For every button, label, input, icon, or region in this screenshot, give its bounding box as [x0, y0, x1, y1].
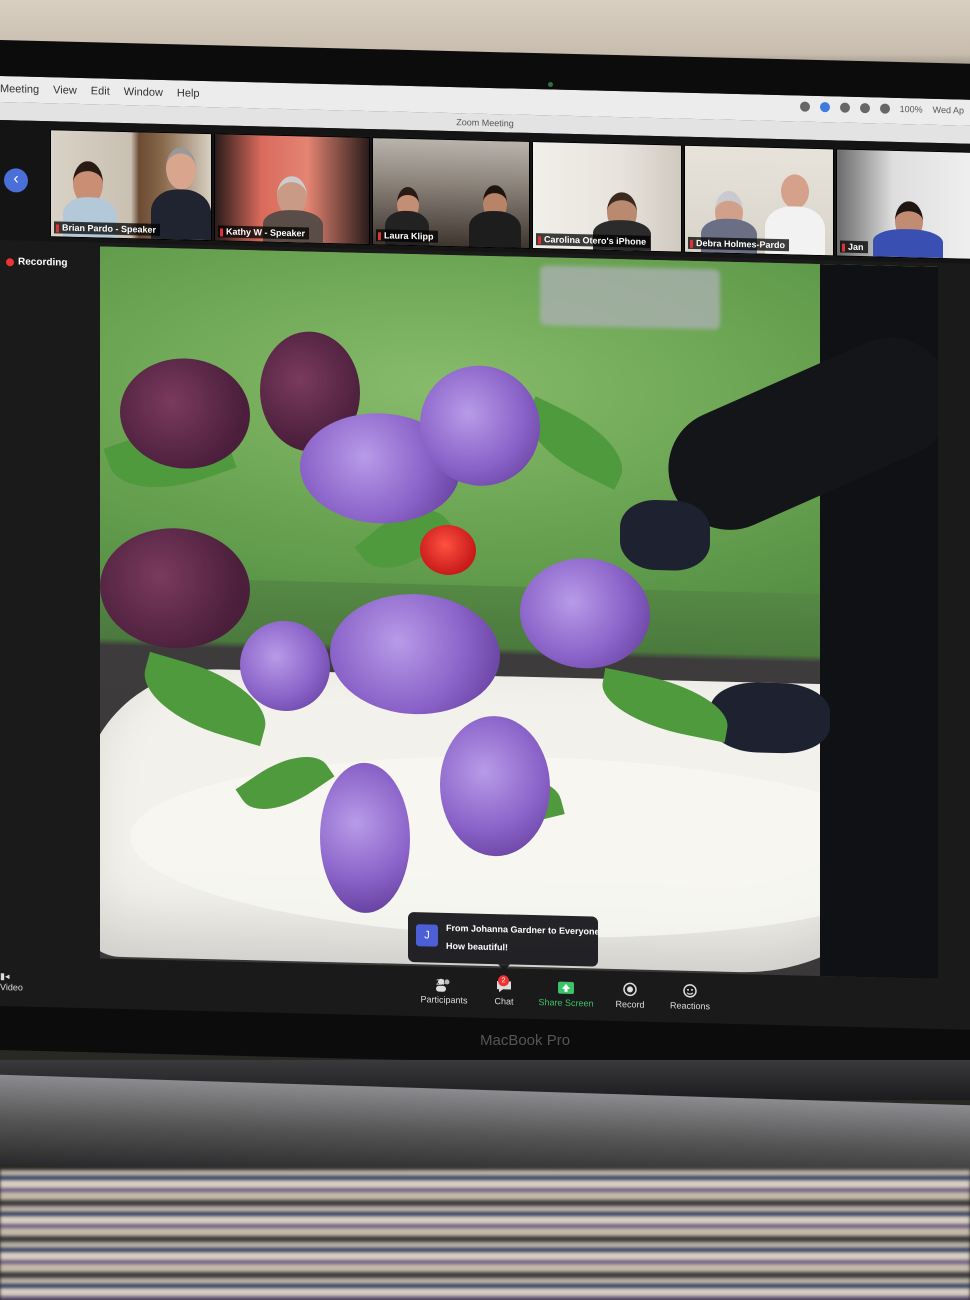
participant-body: [873, 228, 943, 259]
video-label: Video: [0, 982, 23, 993]
sender-avatar: J: [416, 924, 438, 947]
participant-body: [469, 210, 521, 248]
menu-meeting[interactable]: Meeting: [0, 83, 39, 96]
participant-name: Kathy W - Speaker: [218, 225, 310, 240]
participant-tile[interactable]: Jan: [836, 148, 970, 260]
menubar-status-area: 100% Wed Ap: [799, 101, 964, 116]
menu-window[interactable]: Window: [124, 86, 163, 99]
record-button[interactable]: Record: [610, 982, 650, 1010]
participant-tile[interactable]: Kathy W - Speaker: [214, 133, 370, 246]
participant-tile[interactable]: Brian Pardo - Speaker: [50, 129, 212, 242]
stop-video-button[interactable]: ▮◂ Video: [0, 971, 23, 993]
leaf: [235, 739, 335, 827]
lilac-blossom: [330, 592, 500, 717]
bluetooth-icon[interactable]: [839, 102, 850, 113]
volume-icon[interactable]: [879, 103, 890, 114]
menu-help[interactable]: Help: [177, 87, 200, 100]
record-dot-icon: [6, 257, 14, 266]
menu-view[interactable]: View: [53, 84, 77, 97]
stacked-records: [0, 1170, 970, 1300]
lilac-blossom: [520, 556, 650, 670]
participant-strip: ‹ Brian Pardo - Speaker Kathy W - Speake…: [0, 120, 970, 264]
participant-head: [781, 174, 809, 209]
lilac-blossom: [320, 761, 410, 915]
reactions-button[interactable]: Reactions: [664, 983, 716, 1011]
recording-label: Recording: [18, 256, 68, 269]
chat-button[interactable]: 2 Chat: [488, 975, 520, 1007]
smiley-icon: [683, 984, 697, 998]
chat-notification[interactable]: J From Johanna Gardner to Everyone How b…: [408, 911, 600, 967]
participant-tile[interactable]: Debra Holmes-Pardo: [684, 144, 834, 257]
wifi-icon[interactable]: [859, 103, 870, 114]
lilac-blossom: [440, 714, 550, 858]
chat-label: Chat: [494, 996, 514, 1007]
participant-name: Jan: [840, 240, 868, 254]
reactions-label: Reactions: [669, 1000, 711, 1012]
participants-button[interactable]: 24 Participants: [416, 977, 472, 1006]
webcam-indicator: [548, 82, 553, 87]
participant-tile[interactable]: Carolina Otero's iPhone: [532, 141, 682, 253]
battery-percent[interactable]: 100%: [900, 104, 923, 115]
participant-name: Debra Holmes-Pardo: [688, 236, 790, 252]
chat-message: How beautiful!: [446, 940, 508, 953]
share-screen-icon: [558, 981, 574, 994]
participant-head: [166, 147, 196, 190]
record-icon: [623, 982, 637, 997]
previous-page-button[interactable]: ‹: [4, 168, 28, 193]
participants-count: 24: [436, 977, 445, 987]
participant-name: Brian Pardo - Speaker: [54, 221, 161, 236]
chat-unread-badge: 2: [498, 975, 509, 987]
laptop-screen: Meeting View Edit Window Help 100% Wed A…: [0, 76, 970, 1030]
participant-name: Laura Klipp: [376, 229, 438, 243]
red-rose: [420, 524, 476, 576]
share-screen-label: Share Screen: [538, 997, 594, 1009]
participant-tile[interactable]: Laura Klipp: [372, 137, 530, 249]
video-bouquet: [100, 286, 860, 925]
record-label: Record: [615, 999, 645, 1010]
laptop-brand-label: MacBook Pro: [480, 1032, 571, 1049]
leaf: [596, 667, 734, 743]
chevron-left-icon: ‹: [13, 170, 19, 188]
chat-sender: From Johanna Gardner to Everyone: [446, 922, 600, 937]
record-status-icon[interactable]: [799, 101, 810, 112]
share-screen-button[interactable]: Share Screen: [536, 980, 596, 1009]
dark-foliage: [100, 526, 250, 651]
active-speaker-video: [100, 246, 938, 979]
zoom-status-icon[interactable]: [819, 102, 830, 113]
menu-edit[interactable]: Edit: [91, 85, 110, 97]
clock[interactable]: Wed Ap: [933, 105, 964, 116]
recording-indicator[interactable]: Recording: [6, 256, 67, 269]
participants-label: Participants: [420, 994, 468, 1006]
lilac-blossom: [240, 619, 330, 713]
video-camera-icon: ▮◂: [0, 971, 10, 982]
